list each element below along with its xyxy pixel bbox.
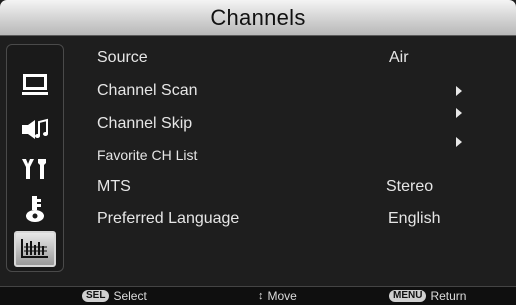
up-down-arrow-icon: ↕ xyxy=(258,289,264,302)
page-title: Channels xyxy=(210,4,306,30)
chevron-right-icon xyxy=(456,108,462,118)
menu-item-channel-scan[interactable]: Channel Scan xyxy=(97,79,477,103)
picture-icon[interactable] xyxy=(14,67,56,103)
return-label: Return xyxy=(430,289,467,303)
select-label: Select xyxy=(113,289,147,303)
menu-item-label: Favorite CH List xyxy=(97,147,198,163)
sel-key-badge: SEL xyxy=(82,290,110,302)
menu-item-channel-skip[interactable]: Channel Skip xyxy=(97,108,477,136)
channels-icon[interactable] xyxy=(14,231,56,267)
menu-item-value: English xyxy=(388,210,441,227)
menu-item-label: Channel Scan xyxy=(97,82,198,99)
setup-icon[interactable] xyxy=(14,151,56,187)
menu-item-mts[interactable]: MTS Stereo xyxy=(97,175,477,199)
move-label: Move xyxy=(267,289,297,303)
return-hint: MENU Return xyxy=(389,289,466,303)
menu-item-preferred-language[interactable]: Preferred Language English xyxy=(97,207,477,231)
osd-menu: Channels Source Air Channel Scan Channel… xyxy=(0,0,516,305)
sidebar xyxy=(6,44,64,272)
chevron-right-icon xyxy=(456,137,462,147)
lock-icon[interactable] xyxy=(14,191,56,227)
footer-bar: SEL Select ↕ Move MENU Return xyxy=(0,286,516,305)
audio-icon[interactable] xyxy=(14,111,56,147)
select-hint: SEL Select xyxy=(82,289,147,303)
menu-key-badge: MENU xyxy=(389,290,427,302)
menu-item-label: MTS xyxy=(97,178,131,195)
title-bar: Channels xyxy=(0,0,516,36)
menu-item-label: Channel Skip xyxy=(97,115,193,132)
menu-item-favorite-ch-list[interactable]: Favorite CH List xyxy=(97,137,477,166)
menu-item-source[interactable]: Source Air xyxy=(97,46,477,70)
menu-item-value: Air xyxy=(389,49,409,66)
menu-item-label: Preferred Language xyxy=(97,210,240,227)
move-hint: ↕ Move xyxy=(258,289,297,303)
menu-item-label: Source xyxy=(97,49,148,66)
chevron-right-icon xyxy=(456,86,462,96)
menu-item-value: Stereo xyxy=(386,178,434,195)
